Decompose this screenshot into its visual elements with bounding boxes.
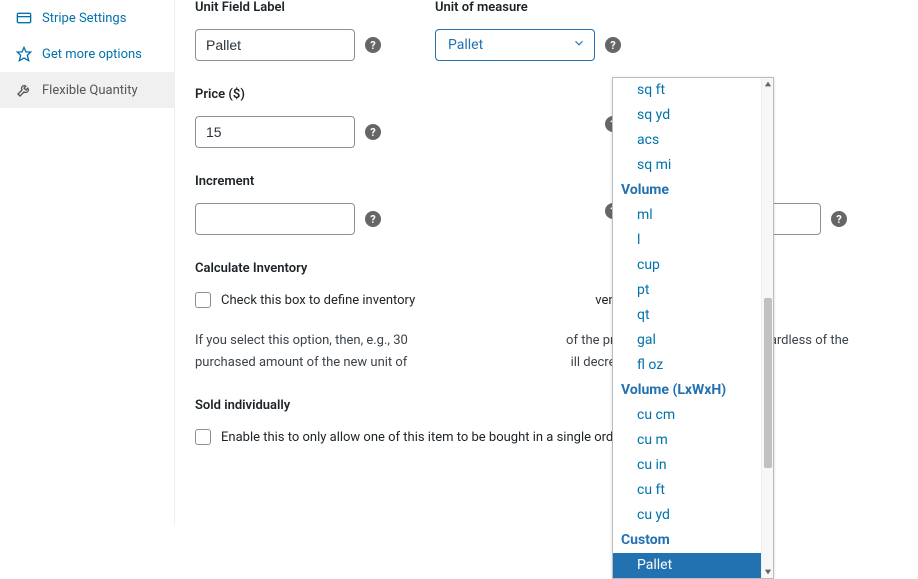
sidebar-item-flexible-quantity[interactable]: Flexible Quantity [0,72,174,108]
dropdown-option[interactable]: cup [613,253,761,278]
settings-panel: Unit Field Label ? Unit of measure Palle… [175,0,918,525]
sold-individually-label: Enable this to only allow one of this it… [221,430,627,445]
calculate-inventory-heading: Calculate Inventory [195,261,898,276]
scroll-thumb[interactable] [764,298,772,468]
help-icon[interactable]: ? [365,37,381,53]
dropdown-group: Volume [613,178,761,203]
price-input[interactable] [195,116,355,148]
dropdown-option[interactable]: sq mi [613,153,761,178]
unit-of-measure-dropdown[interactable]: sq ftsq ydacssq miVolumemllcupptqtgalfl … [612,77,774,579]
scrollbar[interactable] [761,78,773,578]
chevron-down-icon [572,36,586,54]
dropdown-option[interactable]: ml [613,203,761,228]
dropdown-group: Custom [613,528,761,553]
unit-field-label-input[interactable] [195,29,355,61]
dropdown-option[interactable]: qt [613,303,761,328]
sold-individually-checkbox[interactable] [195,429,211,445]
sidebar-item-label: Stripe Settings [42,11,126,26]
dropdown-option[interactable]: fl oz [613,353,761,378]
dropdown-option[interactable]: gal [613,328,761,353]
sidebar-item-label: Get more options [42,47,142,62]
dropdown-option[interactable]: cu yd [613,503,761,528]
dropdown-option[interactable]: acs [613,128,761,153]
calculate-inventory-description: If you select this option, then, e.g., 3… [195,330,898,374]
dropdown-option[interactable]: cu cm [613,403,761,428]
price-heading: Price ($) [195,87,395,102]
sidebar-item-label: Flexible Quantity [42,83,138,98]
sold-individually-heading: Sold individually [195,398,898,413]
scroll-down-arrow-icon[interactable] [762,566,773,578]
help-icon[interactable]: ? [605,37,621,53]
dropdown-option[interactable]: sq ft [613,78,761,103]
settings-sidebar: Stripe Settings Get more options Flexibl… [0,0,175,525]
dropdown-option[interactable]: pt [613,278,761,303]
increment-heading: Increment [195,174,395,189]
scroll-up-arrow-icon[interactable] [762,78,773,90]
wrench-icon [16,82,32,98]
calculate-inventory-checkbox[interactable] [195,292,211,308]
increment-input[interactable] [195,203,355,235]
card-icon [16,10,32,26]
sidebar-item-get-more-options[interactable]: Get more options [0,36,174,72]
dropdown-option[interactable]: cu ft [613,478,761,503]
unit-field-label-heading: Unit Field Label [195,0,395,15]
sidebar-item-stripe-settings[interactable]: Stripe Settings [0,0,174,36]
dropdown-option[interactable]: cu m [613,428,761,453]
unit-of-measure-heading: Unit of measure [435,0,621,15]
dropdown-option[interactable]: l [613,228,761,253]
dropdown-option[interactable]: cu in [613,453,761,478]
dropdown-list: sq ftsq ydacssq miVolumemllcupptqtgalfl … [613,78,761,578]
dropdown-option[interactable]: sq yd [613,103,761,128]
unit-of-measure-value: Pallet [448,37,483,53]
dropdown-option[interactable]: Pallet [613,553,761,578]
dropdown-group: Volume (LxWxH) [613,378,761,403]
help-icon[interactable]: ? [831,211,847,227]
help-icon[interactable]: ? [365,211,381,227]
unit-of-measure-select[interactable]: Pallet [435,29,595,61]
help-icon[interactable]: ? [365,124,381,140]
star-icon [16,46,32,62]
